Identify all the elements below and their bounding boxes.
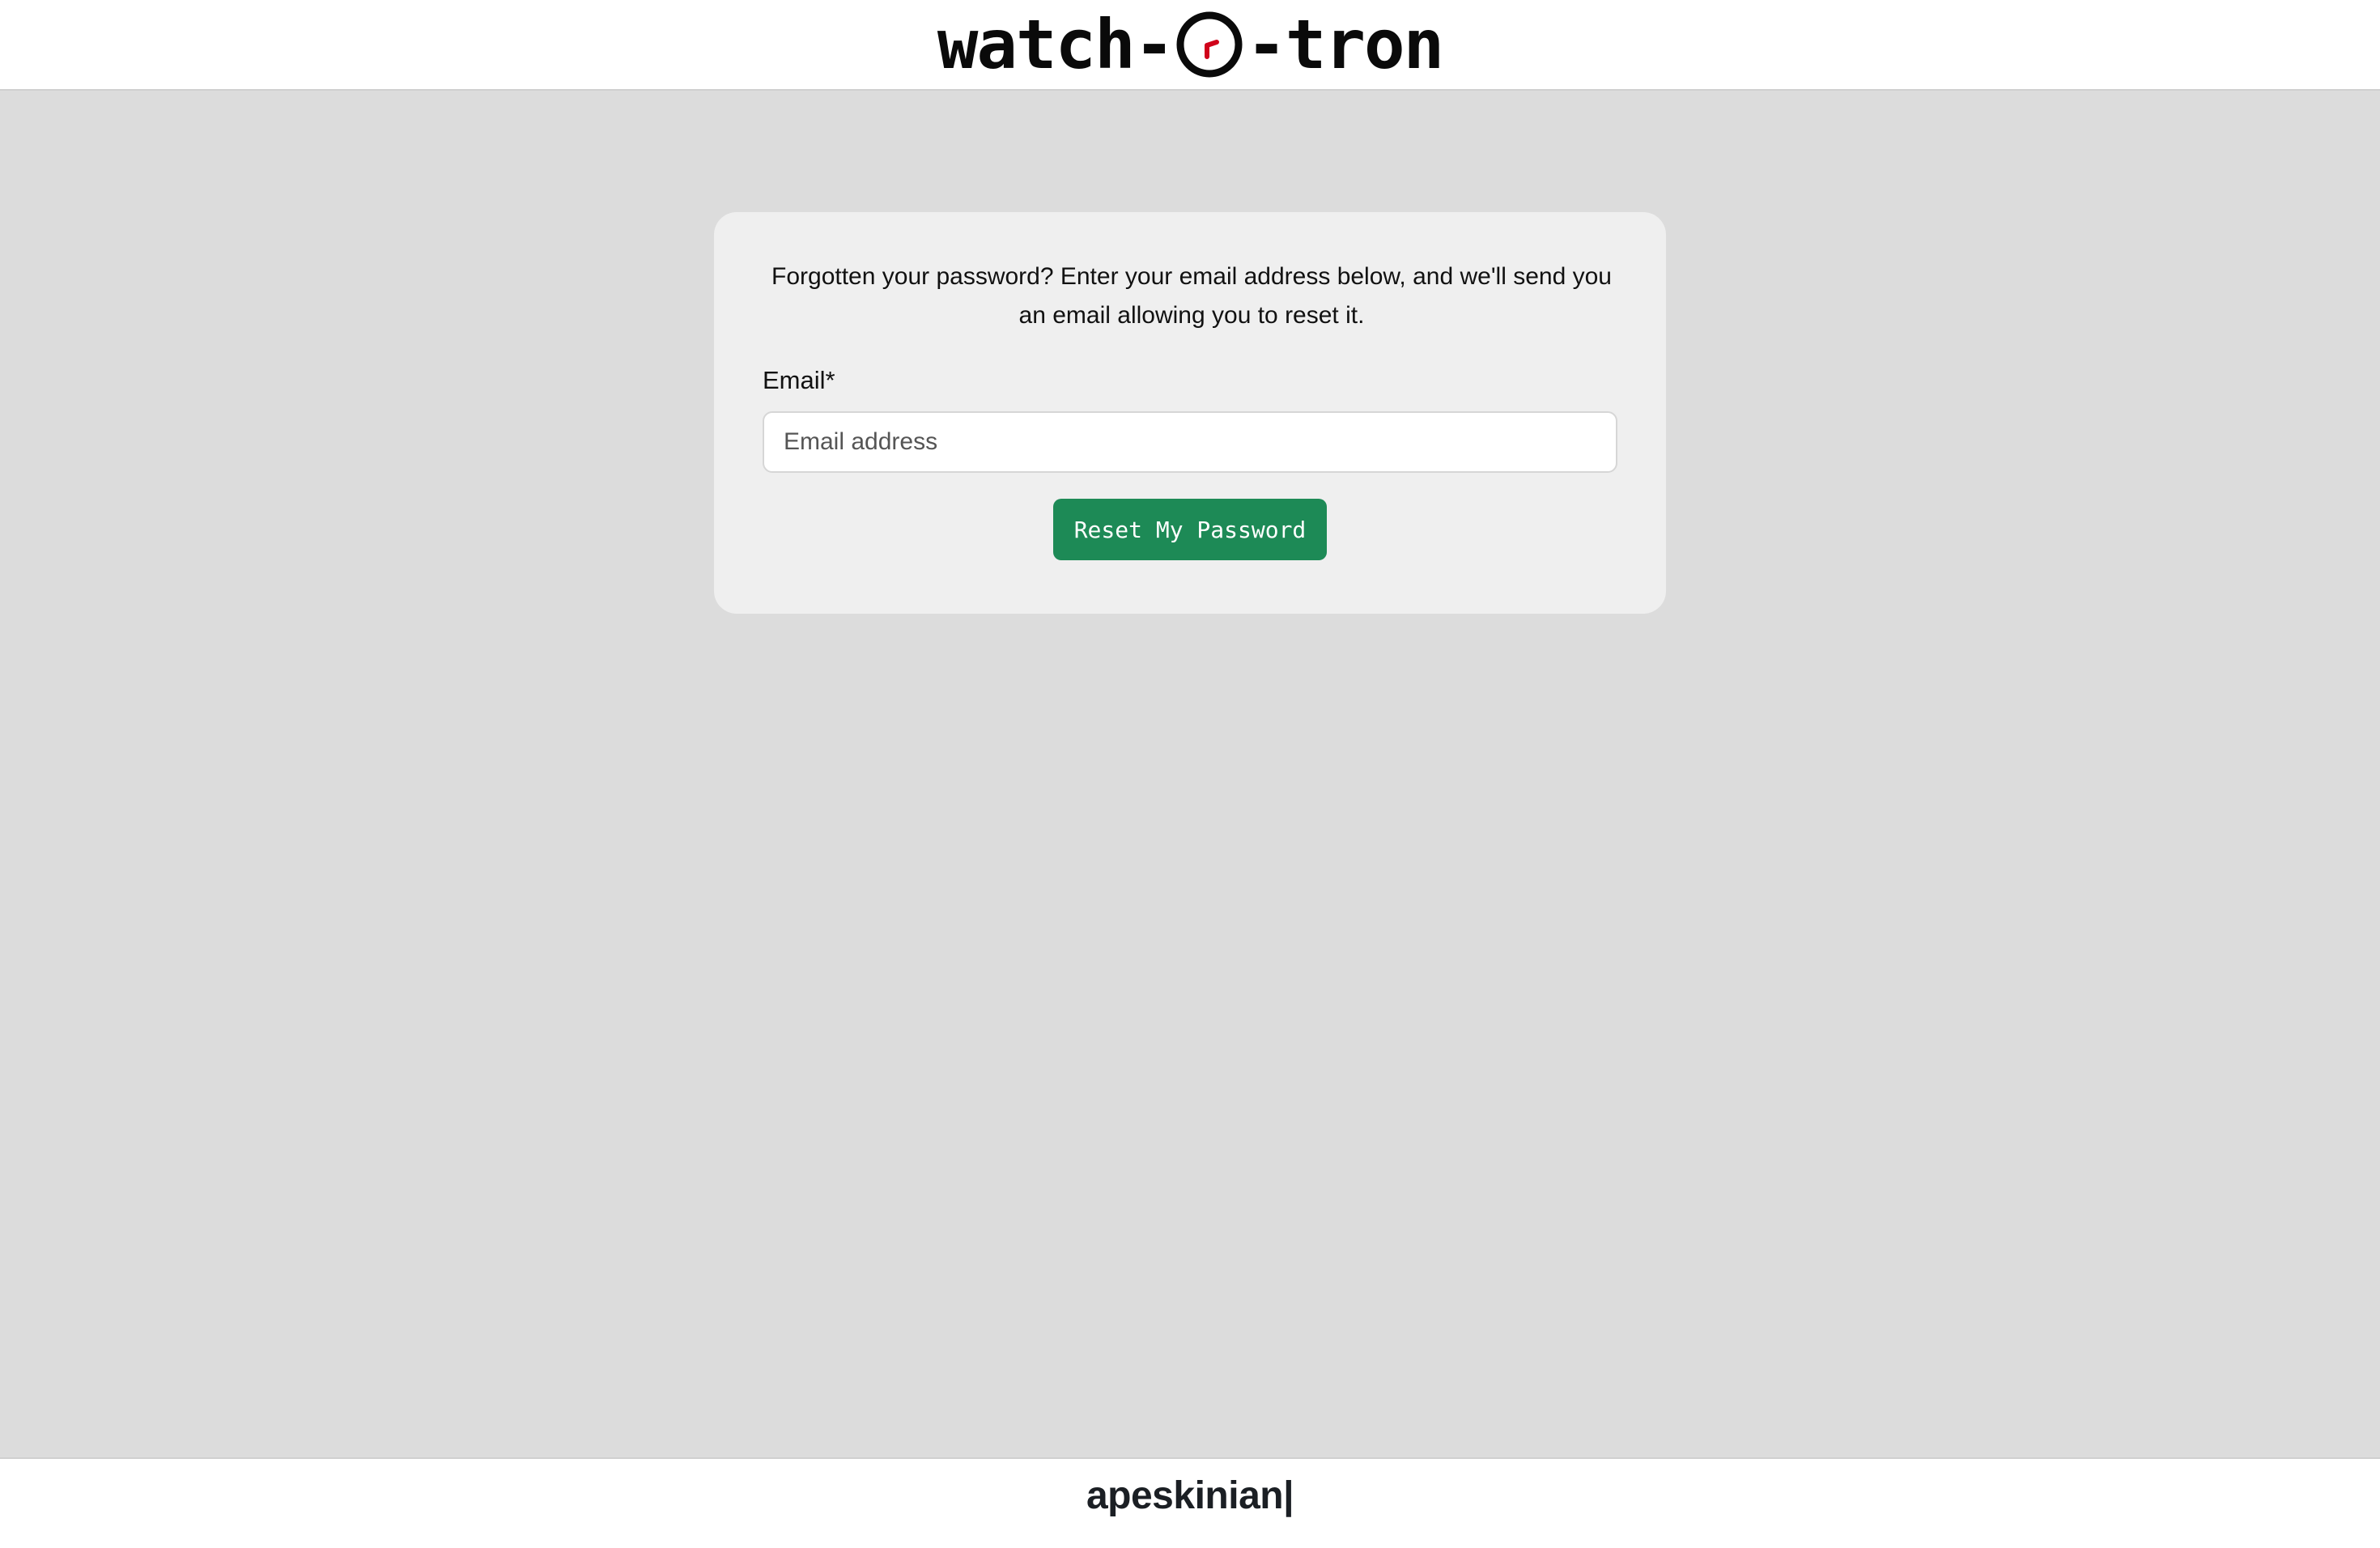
email-input[interactable] <box>763 411 1617 473</box>
button-row: Reset My Password <box>763 499 1617 560</box>
password-reset-card: Forgotten your password? Enter your emai… <box>714 212 1666 614</box>
reset-password-button[interactable]: Reset My Password <box>1052 499 1328 560</box>
email-label: Email* <box>763 366 835 394</box>
logo-text-right: -tron <box>1246 5 1444 84</box>
reset-instructions: Forgotten your password? Enter your emai… <box>771 263 1612 329</box>
main-content: Forgotten your password? Enter your emai… <box>0 91 2380 1457</box>
clock-icon <box>1176 11 1243 78</box>
site-header: watch- -tron <box>0 0 2380 91</box>
site-logo[interactable]: watch- -tron <box>937 5 1444 84</box>
site-footer: apeskinian| <box>0 1457 2380 1548</box>
logo-text-left: watch- <box>937 5 1175 84</box>
footer-brand[interactable]: apeskinian| <box>1086 1477 1294 1548</box>
